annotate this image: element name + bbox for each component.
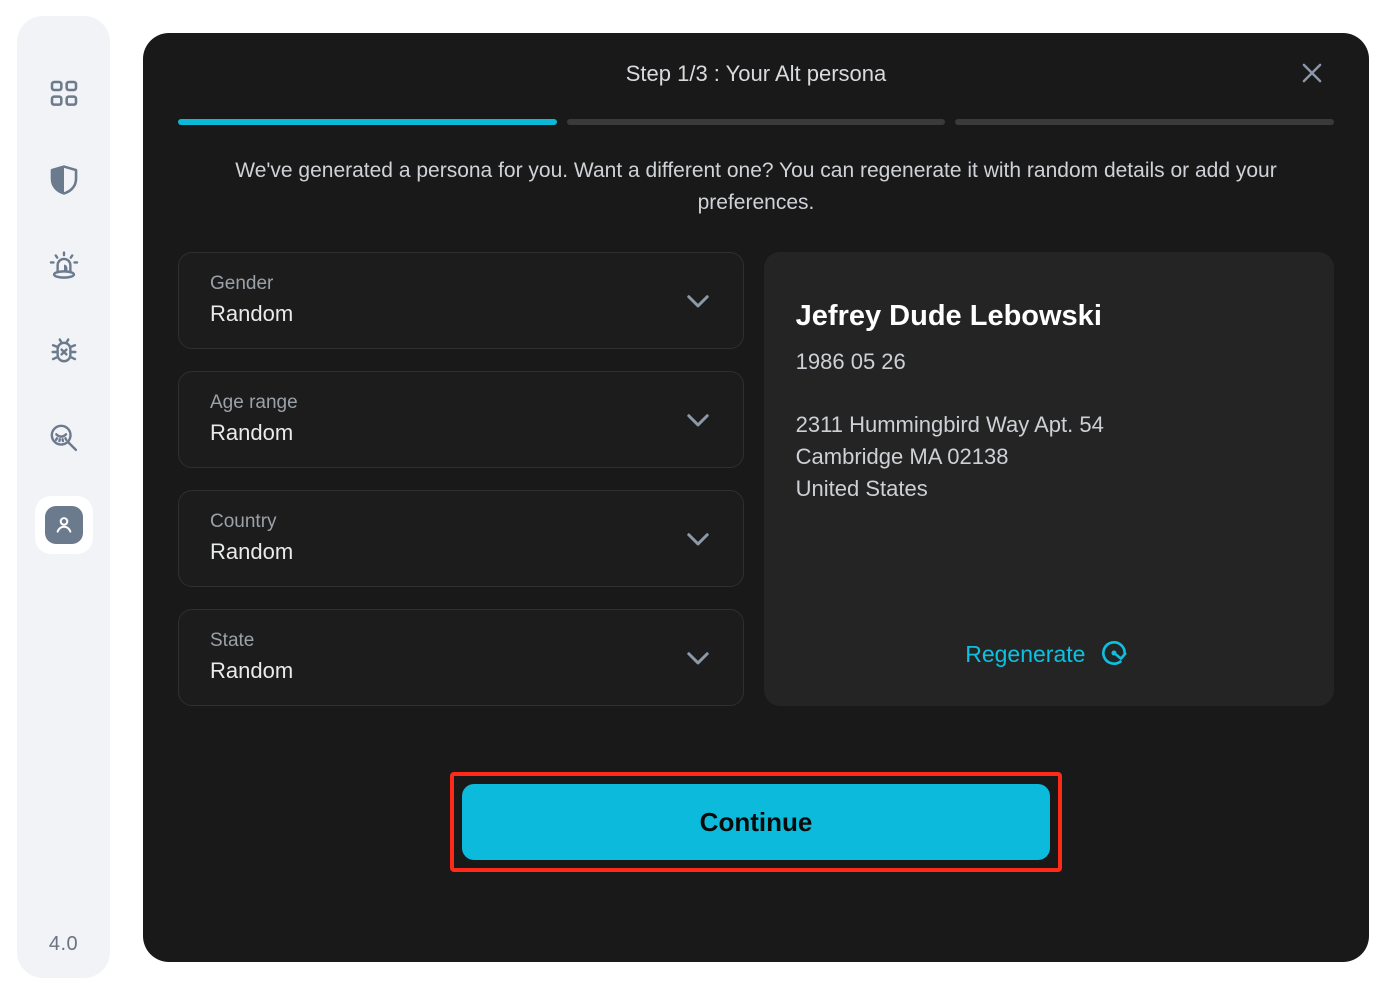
age-range-value: Random	[210, 417, 683, 449]
persona-preview-card: Jefrey Dude Lebowski 1986 05 26 2311 Hum…	[764, 252, 1334, 706]
sidebar-item-alerts[interactable]	[36, 238, 92, 294]
sidebar-nav	[17, 66, 110, 554]
sidebar-item-scan[interactable]	[36, 410, 92, 466]
state-dropdown[interactable]: State Random	[178, 609, 744, 706]
app-root: 4.0 Step 1/3 : Your Alt persona We've ge…	[0, 0, 1392, 994]
gender-value: Random	[210, 298, 683, 330]
persona-address: 2311 Hummingbird Way Apt. 54 Cambridge M…	[796, 409, 1300, 505]
address-line-1: 2311 Hummingbird Way Apt. 54	[796, 409, 1300, 441]
state-value: Random	[210, 655, 683, 687]
continue-button[interactable]: Continue	[462, 784, 1050, 860]
progress-segment-1	[178, 119, 557, 125]
magnifier-eye-icon	[47, 421, 81, 455]
chevron-down-icon	[681, 522, 715, 556]
gender-dropdown[interactable]: Gender Random	[178, 252, 744, 349]
country-label: Country	[210, 508, 683, 536]
shield-icon	[47, 163, 81, 197]
close-button[interactable]	[1290, 52, 1334, 96]
address-line-3: United States	[796, 473, 1300, 505]
progress-segment-2	[567, 119, 946, 125]
persona-dob: 1986 05 26	[796, 347, 1300, 377]
siren-icon	[47, 249, 81, 283]
progress-bar	[176, 119, 1336, 125]
persona-wizard-modal: Step 1/3 : Your Alt persona We've genera…	[143, 33, 1369, 962]
persona-preferences-form: Gender Random Age range Random	[178, 252, 744, 706]
bug-icon	[47, 335, 81, 369]
sidebar-item-dashboard[interactable]	[36, 66, 92, 122]
sidebar: 4.0	[17, 16, 110, 978]
chevron-down-icon	[681, 641, 715, 675]
country-value: Random	[210, 536, 683, 568]
gender-label: Gender	[210, 270, 683, 298]
chevron-down-icon	[681, 403, 715, 437]
age-range-dropdown[interactable]: Age range Random	[178, 371, 744, 468]
regenerate-button[interactable]: Regenerate	[961, 631, 1134, 678]
continue-highlight: Continue	[450, 772, 1062, 872]
description-text: We've generated a persona for you. Want …	[192, 155, 1320, 219]
country-dropdown[interactable]: Country Random	[178, 490, 744, 587]
refresh-icon	[1098, 637, 1130, 672]
sidebar-item-persona[interactable]	[35, 496, 93, 554]
person-icon	[45, 506, 83, 544]
address-line-2: Cambridge MA 02138	[796, 441, 1300, 473]
page-title: Step 1/3 : Your Alt persona	[626, 61, 887, 87]
modal-footer: Continue	[176, 772, 1336, 872]
age-range-label: Age range	[210, 389, 683, 417]
sidebar-item-threats[interactable]	[36, 324, 92, 380]
version-label: 4.0	[17, 933, 110, 956]
close-icon	[1297, 58, 1327, 91]
state-label: State	[210, 627, 683, 655]
grid-icon	[48, 78, 80, 110]
regenerate-label: Regenerate	[965, 641, 1085, 668]
progress-segment-3	[955, 119, 1334, 125]
sidebar-item-protection[interactable]	[36, 152, 92, 208]
persona-name: Jefrey Dude Lebowski	[796, 297, 1300, 335]
modal-body: Gender Random Age range Random	[176, 252, 1336, 706]
modal-header: Step 1/3 : Your Alt persona	[176, 33, 1336, 115]
chevron-down-icon	[681, 284, 715, 318]
